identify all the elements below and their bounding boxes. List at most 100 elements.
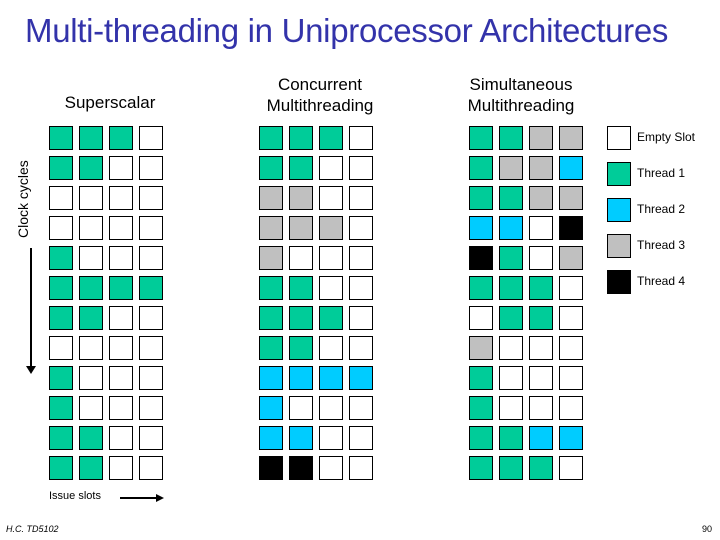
slot-thread1 xyxy=(109,126,133,150)
slot-thread1 xyxy=(259,306,283,330)
slot-empty xyxy=(349,336,373,360)
slot-empty xyxy=(559,396,583,420)
slot-thread1 xyxy=(289,306,313,330)
slot-thread3 xyxy=(289,216,313,240)
slot-thread3 xyxy=(469,336,493,360)
slot-thread1 xyxy=(469,366,493,390)
slot-empty xyxy=(319,186,343,210)
heading-simultaneous: Simultaneous Multithreading xyxy=(441,74,601,116)
slot-empty xyxy=(469,306,493,330)
slot-empty xyxy=(139,246,163,270)
slot-thread2 xyxy=(529,426,553,450)
slot-empty xyxy=(319,156,343,180)
heading-concurrent-line1: Concurrent xyxy=(277,75,363,94)
slot-thread1 xyxy=(109,276,133,300)
slot-thread1 xyxy=(499,426,523,450)
issue-arrow-line xyxy=(120,497,158,499)
x-axis-label: Issue slots xyxy=(49,490,101,502)
slot-thread2 xyxy=(559,156,583,180)
slot-thread1 xyxy=(499,276,523,300)
slot-empty xyxy=(349,396,373,420)
slot-thread3 xyxy=(319,216,343,240)
slot-thread1 xyxy=(469,426,493,450)
slot-thread1 xyxy=(79,306,103,330)
slot-thread2 xyxy=(289,366,313,390)
slot-thread2 xyxy=(259,396,283,420)
slot-empty xyxy=(79,396,103,420)
slot-empty xyxy=(79,246,103,270)
arrow-down-icon xyxy=(26,366,36,374)
slot-empty xyxy=(319,426,343,450)
slot-thread4 xyxy=(289,456,313,480)
slot-thread1 xyxy=(529,306,553,330)
slot-thread1 xyxy=(79,456,103,480)
slot-empty xyxy=(319,396,343,420)
slide-title: Multi-threading in Uniprocessor Architec… xyxy=(25,12,669,49)
slot-thread3 xyxy=(529,126,553,150)
slot-thread1 xyxy=(289,156,313,180)
slot-empty xyxy=(139,456,163,480)
slot-thread1 xyxy=(49,306,73,330)
slot-thread1 xyxy=(79,276,103,300)
slot-empty xyxy=(529,246,553,270)
slot-empty xyxy=(109,456,133,480)
slot-empty xyxy=(139,306,163,330)
slot-empty xyxy=(289,396,313,420)
slot-thread1 xyxy=(529,456,553,480)
slot-empty xyxy=(499,336,523,360)
slot-thread1 xyxy=(79,426,103,450)
slot-thread1 xyxy=(499,306,523,330)
heading-concurrent: Concurrent Multithreading xyxy=(240,74,400,116)
slot-empty xyxy=(499,366,523,390)
slot-thread3 xyxy=(559,126,583,150)
legend-label: Empty Slot xyxy=(637,130,696,144)
slot-empty xyxy=(139,426,163,450)
slot-thread1 xyxy=(469,156,493,180)
slot-empty xyxy=(559,366,583,390)
slot-empty xyxy=(109,216,133,240)
slot-empty xyxy=(139,186,163,210)
y-axis-label: Clock cycles xyxy=(15,160,31,238)
slot-thread3 xyxy=(259,186,283,210)
slot-thread1 xyxy=(259,126,283,150)
slot-thread1 xyxy=(79,156,103,180)
slot-thread4 xyxy=(259,456,283,480)
page-number: 90 xyxy=(701,524,712,534)
slot-thread1 xyxy=(259,276,283,300)
slot-empty xyxy=(139,126,163,150)
heading-simultaneous-line2: Multithreading xyxy=(467,96,575,115)
slot-thread3 xyxy=(529,156,553,180)
slot-thread2 xyxy=(559,426,583,450)
slot-thread2 xyxy=(289,426,313,450)
slot-empty xyxy=(289,246,313,270)
slot-empty xyxy=(349,156,373,180)
slot-thread1 xyxy=(469,456,493,480)
slot-empty xyxy=(529,336,553,360)
slot-empty xyxy=(349,216,373,240)
slot-thread1 xyxy=(499,186,523,210)
slot-thread1 xyxy=(469,186,493,210)
slot-empty xyxy=(559,336,583,360)
legend-label: Thread 2 xyxy=(637,202,686,216)
slot-thread1 xyxy=(49,246,73,270)
slot-empty xyxy=(109,336,133,360)
slot-thread3 xyxy=(289,186,313,210)
slot-empty xyxy=(109,396,133,420)
slot-empty xyxy=(559,456,583,480)
legend-swatch-thread2 xyxy=(607,198,631,222)
slot-thread1 xyxy=(469,276,493,300)
slot-empty xyxy=(49,336,73,360)
slot-empty xyxy=(319,336,343,360)
slot-empty xyxy=(139,156,163,180)
slot-thread1 xyxy=(469,126,493,150)
arrow-right-icon xyxy=(156,494,164,502)
clock-arrow-line xyxy=(30,248,32,368)
slot-thread3 xyxy=(259,216,283,240)
slot-empty xyxy=(109,306,133,330)
slot-empty xyxy=(139,366,163,390)
slot-thread1 xyxy=(49,366,73,390)
slot-empty xyxy=(559,276,583,300)
slot-thread2 xyxy=(319,366,343,390)
legend-label: Thread 4 xyxy=(637,274,686,288)
slot-empty xyxy=(349,456,373,480)
